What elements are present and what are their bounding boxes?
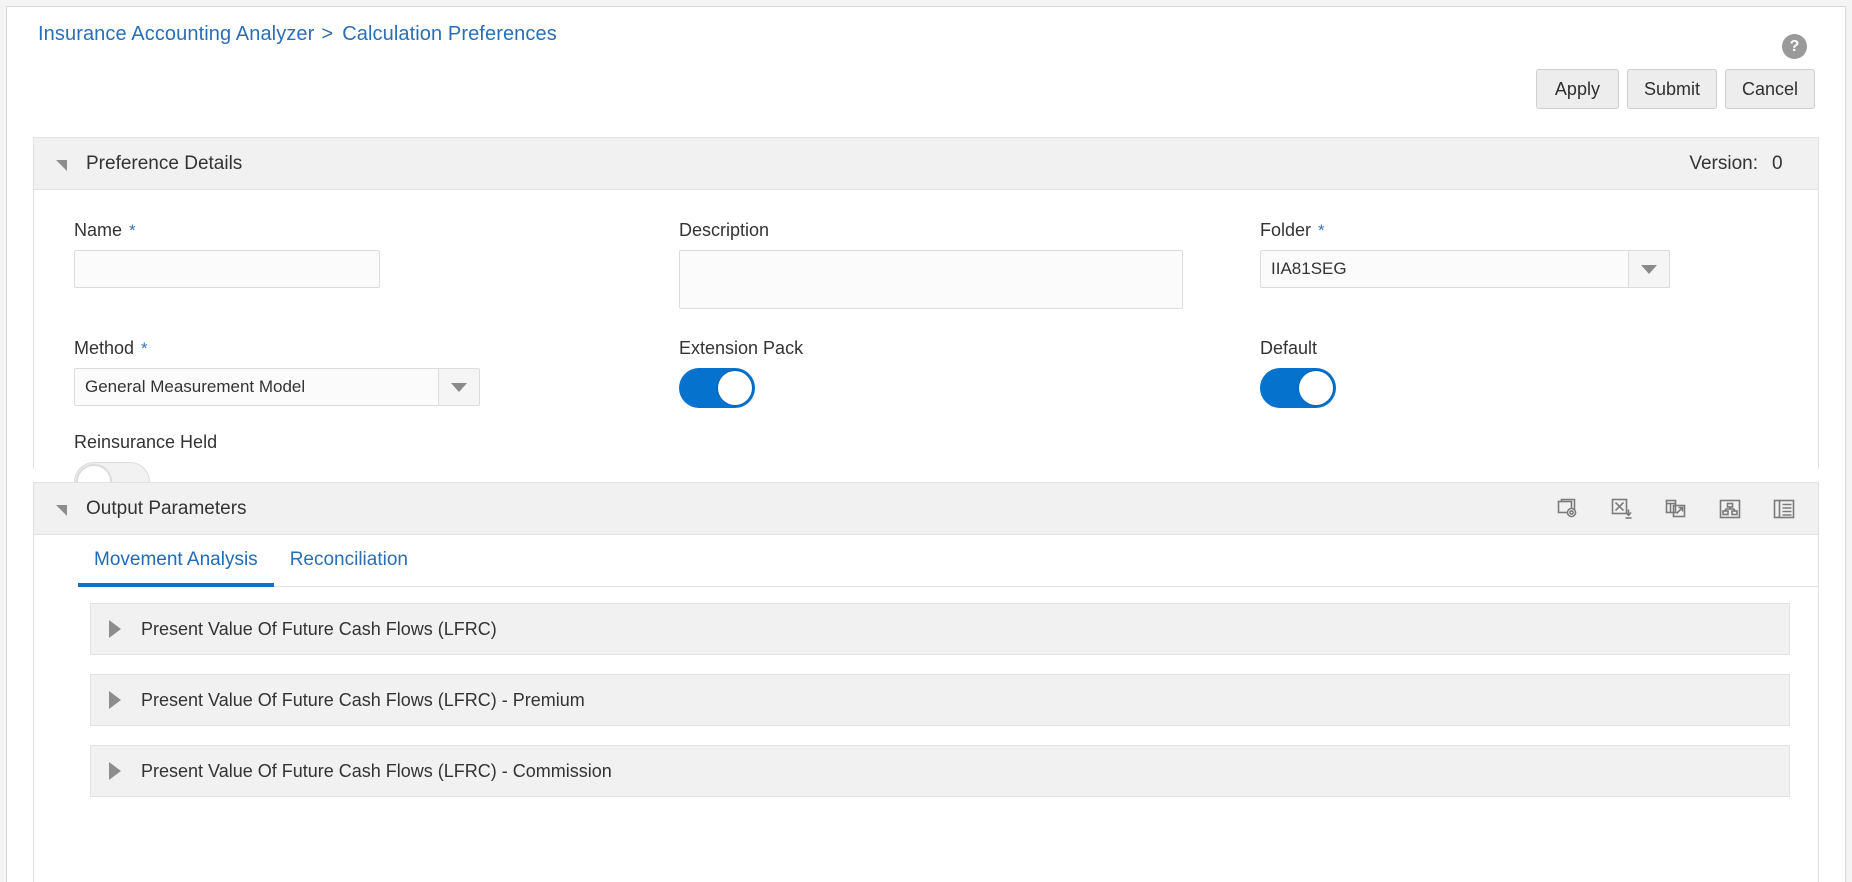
chevron-down-icon [451,382,467,392]
accordion-row-lfrc-commission[interactable]: Present Value Of Future Cash Flows (LFRC… [90,745,1790,797]
accordion-row-label: Present Value Of Future Cash Flows (LFRC… [141,760,612,781]
help-icon[interactable]: ? [1782,34,1807,59]
extension-pack-label: Extension Pack [679,338,804,358]
output-parameters-body: Movement Analysis Reconciliation Present… [34,535,1818,797]
export-to-excel-icon[interactable] [1610,497,1634,521]
extension-pack-toggle[interactable] [679,368,755,408]
chevron-right-icon [109,762,121,780]
description-textarea[interactable] [679,250,1183,309]
breadcrumb-current[interactable]: Calculation Preferences [342,23,557,45]
chevron-down-icon [1641,264,1657,274]
chevron-right-icon [109,620,121,638]
output-parameters-header: Output Parameters [34,483,1818,535]
method-dropdown-button[interactable] [438,368,480,406]
apply-button[interactable]: Apply [1535,69,1619,109]
output-parameters-title: Output Parameters [86,497,247,519]
method-label: Method * [74,338,148,358]
method-field-group: Method * General Measurement Model [74,338,480,406]
default-field-group: Default [1260,338,1336,413]
name-input[interactable] [74,250,380,288]
required-asterisk: * [129,221,136,240]
default-label: Default [1260,338,1318,358]
toggle-knob [1299,371,1333,405]
method-select[interactable]: General Measurement Model [74,368,480,406]
output-parameters-tabs: Movement Analysis Reconciliation [78,535,1818,587]
accordion-row-lfrc[interactable]: Present Value Of Future Cash Flows (LFRC… [90,603,1790,655]
breadcrumb-row: Insurance Accounting Analyzer > Calculatio… [7,7,1845,63]
submit-button[interactable]: Submit [1626,69,1717,109]
breadcrumb: Insurance Accounting Analyzer > Calculatio… [38,23,557,46]
description-field-group: Description [679,220,1183,314]
collapse-triangle-icon[interactable] [56,505,67,516]
tab-reconciliation[interactable]: Reconciliation [274,549,424,587]
toggle-knob [718,371,752,405]
version-display: Version: 0 [1689,138,1794,190]
description-label: Description [679,220,770,240]
extension-pack-field-group: Extension Pack [679,338,803,413]
output-parameters-toolbar [1556,483,1796,535]
reinsurance-held-label: Reinsurance Held [74,432,218,452]
required-asterisk: * [1318,221,1325,240]
folder-label: Folder * [1260,220,1325,240]
required-asterisk: * [141,339,148,358]
output-parameters-panel: Output Parameters Movement Analysis Reco… [33,482,1819,882]
default-toggle[interactable] [1260,368,1336,408]
preference-details-body: Name * Description Folder * IIA81SEG Met… [34,190,1818,502]
chevron-right-icon [109,691,121,709]
accordion-row-label: Present Value Of Future Cash Flows (LFRC… [141,689,585,710]
preference-details-panel: Preference Details Version: 0 Name * Desc… [33,137,1819,502]
output-parameters-accordion: Present Value Of Future Cash Flows (LFRC… [34,587,1818,797]
view-settings-icon[interactable] [1556,497,1580,521]
preference-details-title: Preference Details [86,152,243,174]
cancel-button[interactable]: Cancel [1724,69,1815,109]
accordion-row-label: Present Value Of Future Cash Flows (LFRC… [141,618,497,639]
version-value: 0 [1772,153,1783,174]
freeze-columns-icon[interactable] [1772,497,1796,521]
hierarchy-view-icon[interactable] [1718,497,1742,521]
tab-movement-analysis[interactable]: Movement Analysis [78,549,274,587]
detach-table-icon[interactable] [1664,497,1688,521]
folder-dropdown-button[interactable] [1628,250,1670,288]
breadcrumb-root-link[interactable]: Insurance Accounting Analyzer [38,23,314,45]
accordion-row-lfrc-premium[interactable]: Present Value Of Future Cash Flows (LFRC… [90,674,1790,726]
name-label: Name * [74,220,136,240]
name-field-group: Name * [74,220,380,288]
page-shell: Insurance Accounting Analyzer > Calculatio… [6,6,1846,882]
breadcrumb-separator: > [321,23,334,45]
folder-select[interactable]: IIA81SEG [1260,250,1670,288]
action-button-bar: Apply Submit Cancel [1535,69,1815,109]
method-selected-value: General Measurement Model [74,368,438,406]
version-label: Version: [1689,153,1758,174]
collapse-triangle-icon[interactable] [56,160,67,171]
folder-selected-value: IIA81SEG [1260,250,1628,288]
folder-field-group: Folder * IIA81SEG [1260,220,1670,288]
preference-details-header: Preference Details Version: 0 [34,138,1818,190]
